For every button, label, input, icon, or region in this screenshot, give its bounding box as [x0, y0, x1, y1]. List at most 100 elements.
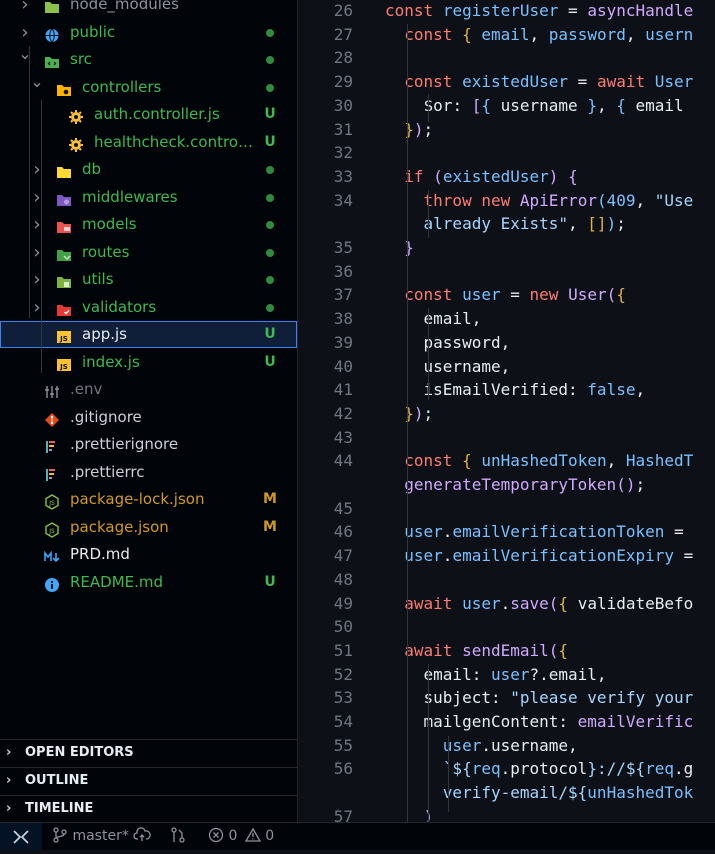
tree-item-label: utils [82, 270, 114, 288]
folder-validators-icon [56, 300, 72, 316]
problems-indicator[interactable]: 0 0 [208, 823, 274, 850]
code-text: const existedUser = await User [404, 72, 694, 92]
line-number: 41 [333, 380, 353, 400]
tree-item-auth-controller-js[interactable]: auth.controller.js U [0, 101, 297, 128]
code-line: 40 username, [298, 355, 715, 379]
tree-item-models[interactable]: › models [0, 211, 297, 238]
git-status-dot [266, 166, 274, 174]
remote-button[interactable] [0, 823, 42, 850]
line-number: 42 [333, 403, 353, 423]
tree-item-label: package-lock.json [70, 490, 205, 508]
code-text: email: user?.email, [385, 664, 607, 684]
folder-db-icon [56, 162, 72, 178]
tree-item-label: models [82, 215, 137, 233]
error-icon [208, 827, 224, 843]
svg-text:JS: JS [48, 500, 55, 507]
git-status-dot [266, 193, 274, 202]
code-line: 53 subject: "please verify your [298, 686, 715, 710]
line-number: 55 [333, 735, 353, 755]
tree-item-label: db [82, 160, 102, 178]
panel-title: TIMELINE [25, 801, 94, 816]
status-bar: master* 0 0 [0, 822, 715, 850]
code-line: 39 password, [298, 331, 715, 355]
git-status-badge: M [263, 491, 277, 507]
code-line: 49 await user.save({ validateBefo [298, 592, 715, 616]
code-line: 30 $or: [{ username }, { email [298, 94, 715, 118]
line-number: 56 [333, 759, 353, 779]
tree-item-public[interactable]: › public [0, 19, 297, 46]
js-file-icon: JS [56, 327, 72, 343]
tree-item-gitignore[interactable]: .gitignore [0, 404, 297, 431]
line-number: 38 [333, 309, 353, 329]
tree-item-src[interactable]: ⌄ src [0, 44, 297, 73]
sync-button[interactable] [133, 823, 151, 850]
code-editor[interactable]: 26 const registerUser = asyncHandle 27 con… [298, 0, 715, 822]
git-status-badge: M [263, 518, 277, 535]
tree-item-label: controllers [82, 77, 162, 96]
code-line: 51 await sendEmail({ [298, 639, 715, 663]
tree-item-package-json[interactable]: JS package.json M [0, 514, 297, 541]
code-line: 50 [298, 615, 715, 639]
folder-middlewares-icon [56, 190, 72, 206]
gear-file-icon [68, 107, 84, 124]
tree-item-utils[interactable]: › utils [0, 266, 297, 293]
code-text: if (existedUser) { [404, 166, 578, 186]
tree-item-controllers[interactable]: ⌄ controllers [0, 72, 297, 101]
tree-item-package-lock-json[interactable]: JS package-lock.json M [0, 486, 297, 513]
tree-item-db[interactable]: › db [0, 156, 297, 183]
tree-item-validators[interactable]: › validators [0, 294, 297, 321]
source-control-icon [171, 827, 185, 843]
tree-item-label: app.js [82, 325, 127, 343]
tree-item-healthcheck-controlle[interactable]: healthcheck.controlle... U [0, 129, 297, 156]
tree-item-prettierrc[interactable]: .prettierrc [0, 459, 297, 486]
line-number: 32 [333, 143, 353, 163]
indent-guide [428, 190, 429, 238]
markdown-file-icon [44, 547, 60, 563]
tree-item-prettierignore[interactable]: .prettierignore [0, 431, 297, 458]
code-text: subject: "please verify your [385, 688, 694, 708]
tree-item-label: README.md [70, 572, 164, 591]
branch-indicator[interactable]: master* [52, 823, 129, 850]
source-control-button[interactable] [170, 823, 186, 850]
code-text: user.username, [442, 735, 578, 755]
code-line: 45 [298, 497, 715, 521]
code-line: 26 const registerUser = asyncHandle [298, 0, 715, 23]
line-number: 46 [333, 522, 353, 542]
remote-icon [13, 830, 29, 844]
code-text: `${req.protocol}://${req.g [442, 759, 694, 779]
code-line: 31 }); [298, 118, 715, 142]
tree-item-middlewares[interactable]: › middlewares [0, 184, 297, 211]
code-text: user.emailVerificationExpiry = [404, 546, 694, 566]
line-number: 48 [333, 569, 353, 589]
line-number: 57 [333, 806, 353, 822]
tree-item-app-js[interactable]: JS app.js U [0, 321, 297, 348]
code-text: const user = new User({ [404, 285, 626, 305]
tree-item-env[interactable]: .env [0, 376, 297, 403]
code-line: 46 user.emailVerificationToken = [298, 520, 715, 544]
tree-item-readme-md[interactable]: README.md U [0, 569, 297, 596]
git-status-dot [266, 221, 274, 229]
timeline-panel[interactable]: › TIMELINE [0, 795, 297, 822]
tree-item-label: .env [70, 380, 103, 398]
line-number: 35 [333, 238, 353, 257]
chevron-down-icon[interactable]: ⌄ [30, 68, 44, 95]
code-line: 48 [298, 568, 715, 592]
git-status-dot [266, 248, 274, 257]
open-editors-panel[interactable]: › OPEN EDITORS [0, 739, 297, 766]
tree-item-routes[interactable]: › routes [0, 239, 297, 266]
tree-item-node-modules[interactable]: › node_modules [0, 0, 297, 18]
code-line: 47 user.emailVerificationExpiry = [298, 544, 715, 568]
git-status-badge: U [264, 326, 276, 342]
code-line: 38 email, [298, 307, 715, 331]
line-number: 40 [333, 356, 353, 376]
tree-item-index-js[interactable]: JS index.js U [0, 349, 297, 376]
code-text: password, [385, 332, 511, 352]
tree-item-label: .prettierignore [70, 435, 179, 453]
git-status-dot [266, 28, 274, 37]
chevron-right-icon[interactable]: › [18, 0, 32, 18]
tree-item-prd-md[interactable]: PRD.md [0, 541, 297, 568]
outline-panel[interactable]: › OUTLINE [0, 767, 297, 794]
prettier-file-icon [44, 437, 60, 453]
git-status-dot [266, 83, 274, 92]
git-status-dot [266, 303, 274, 312]
